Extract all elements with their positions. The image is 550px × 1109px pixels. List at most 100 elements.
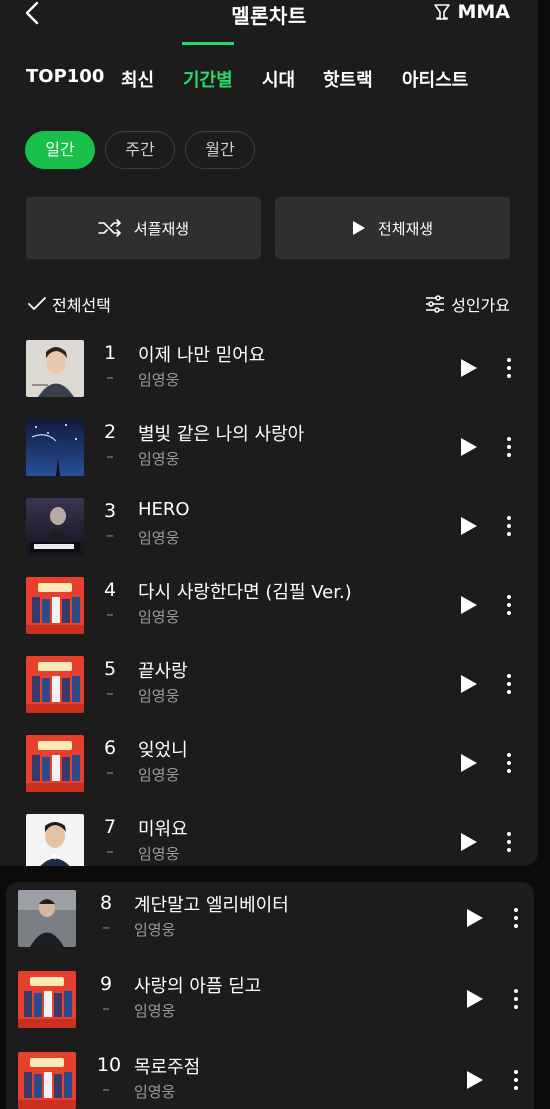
chart-panel: 멜론차트 MMA TOP100 최신 기간별 시대 핫트랙 아티스트 일간 주간…: [0, 0, 538, 866]
rank-change: –: [106, 447, 114, 465]
more-options-icon[interactable]: [506, 357, 512, 379]
tab-hot-track[interactable]: 핫트랙: [323, 66, 373, 92]
tab-artist[interactable]: 아티스트: [402, 66, 468, 92]
play-all-label: 전체재생: [377, 219, 434, 238]
album-cover[interactable]: [26, 498, 84, 555]
trophy-icon: [434, 4, 451, 20]
more-options-icon[interactable]: [506, 515, 512, 537]
adult-song-filter-button[interactable]: 성인가요: [425, 292, 510, 316]
play-icon[interactable]: [460, 674, 478, 694]
song-title[interactable]: 끝사랑: [138, 657, 188, 683]
rank-change: –: [102, 999, 110, 1017]
song-row[interactable]: 10 – 목로주점 임영웅: [6, 1048, 534, 1109]
album-cover[interactable]: [18, 971, 76, 1028]
check-icon: [28, 297, 46, 310]
play-icon[interactable]: [460, 358, 478, 378]
play-icon[interactable]: [466, 989, 484, 1009]
tab-latest[interactable]: 최신: [121, 66, 154, 92]
play-icon[interactable]: [460, 516, 478, 536]
play-all-button[interactable]: 전체재생: [275, 197, 510, 259]
more-options-icon[interactable]: [506, 594, 512, 616]
song-title[interactable]: 목로주점: [134, 1053, 200, 1079]
play-icon[interactable]: [466, 1070, 484, 1090]
album-cover[interactable]: [26, 340, 84, 397]
more-options-icon[interactable]: [506, 752, 512, 774]
rank-change: –: [102, 918, 110, 936]
select-all-label: 전체선택: [52, 296, 111, 315]
more-options-icon[interactable]: [513, 907, 519, 929]
song-artist[interactable]: 임영웅: [138, 843, 179, 864]
album-cover[interactable]: [26, 735, 84, 792]
more-options-icon[interactable]: [506, 436, 512, 458]
song-artist[interactable]: 임영웅: [138, 764, 179, 785]
album-cover[interactable]: [18, 890, 76, 947]
song-row[interactable]: 8 – 계단말고 엘리베이터 임영웅: [6, 886, 534, 952]
mma-button[interactable]: MMA: [433, 1, 510, 23]
song-rank: 3: [103, 500, 117, 522]
song-row[interactable]: 2 – 별빛 같은 나의 사랑아 임영웅: [0, 415, 538, 481]
tab-period[interactable]: 기간별: [183, 66, 233, 92]
shuffle-play-button[interactable]: 셔플재생: [26, 197, 261, 259]
play-icon[interactable]: [460, 753, 478, 773]
album-cover[interactable]: [26, 419, 84, 476]
period-daily-button[interactable]: 일간: [25, 131, 95, 169]
play-icon[interactable]: [460, 437, 478, 457]
active-tab-indicator: [182, 42, 234, 45]
song-title[interactable]: 다시 사랑한다면 (김필 Ver.): [138, 578, 352, 604]
song-title[interactable]: HERO: [138, 499, 190, 520]
rank-change: –: [106, 526, 114, 544]
song-title[interactable]: 계단말고 엘리베이터: [134, 891, 289, 917]
song-artist[interactable]: 임영웅: [134, 919, 175, 940]
mma-label: MMA: [457, 1, 510, 23]
album-cover[interactable]: [18, 1052, 76, 1109]
song-rank: 5: [103, 658, 117, 680]
song-artist[interactable]: 임영웅: [138, 606, 179, 627]
shuffle-play-label: 셔플재생: [133, 219, 190, 238]
more-options-icon[interactable]: [506, 673, 512, 695]
album-cover[interactable]: [26, 656, 84, 713]
song-row[interactable]: 7 – 미워요 임영웅: [0, 810, 538, 866]
period-monthly-button[interactable]: 월간: [185, 131, 255, 169]
song-title[interactable]: 이제 나만 믿어요: [138, 341, 265, 367]
song-row[interactable]: 1 – 이제 나만 믿어요 임영웅: [0, 336, 538, 402]
play-icon[interactable]: [460, 832, 478, 852]
song-rank: 9: [99, 973, 113, 995]
song-artist[interactable]: 임영웅: [134, 1000, 175, 1021]
song-rank: 2: [103, 421, 117, 443]
rank-change: –: [106, 684, 114, 702]
filter-sliders-icon: [426, 295, 445, 313]
period-weekly-button[interactable]: 주간: [105, 131, 175, 169]
play-icon[interactable]: [460, 595, 478, 615]
tab-top100[interactable]: TOP100: [26, 66, 104, 87]
song-row[interactable]: 5 – 끝사랑 임영웅: [0, 652, 538, 718]
song-artist[interactable]: 임영웅: [138, 685, 179, 706]
album-cover[interactable]: [26, 814, 84, 866]
song-title[interactable]: 사랑의 아픔 딛고: [134, 972, 261, 998]
rank-change: –: [102, 1080, 110, 1098]
more-options-icon[interactable]: [506, 831, 512, 853]
song-artist[interactable]: 임영웅: [134, 1081, 175, 1102]
song-rank: 7: [103, 816, 117, 838]
more-options-icon[interactable]: [513, 1069, 519, 1091]
song-row[interactable]: 3 – HERO 임영웅: [0, 494, 538, 560]
play-icon[interactable]: [466, 908, 484, 928]
rank-change: –: [106, 605, 114, 623]
song-artist[interactable]: 임영웅: [138, 448, 179, 469]
tab-era[interactable]: 시대: [262, 66, 295, 92]
song-row[interactable]: 4 – 다시 사랑한다면 (김필 Ver.) 임영웅: [0, 573, 538, 639]
song-rank: 10: [96, 1054, 122, 1076]
select-all-toggle[interactable]: 전체선택: [28, 292, 111, 316]
more-options-icon[interactable]: [513, 988, 519, 1010]
song-row[interactable]: 9 – 사랑의 아픔 딛고 임영웅: [6, 967, 534, 1033]
song-rank: 6: [103, 737, 117, 759]
rank-change: –: [106, 842, 114, 860]
song-row[interactable]: 6 – 잊었니 임영웅: [0, 731, 538, 797]
album-cover[interactable]: [26, 577, 84, 634]
song-rank: 8: [99, 892, 113, 914]
song-artist[interactable]: 임영웅: [138, 369, 179, 390]
song-title[interactable]: 잊었니: [138, 736, 188, 762]
song-title[interactable]: 미워요: [138, 815, 188, 841]
song-rank: 1: [103, 342, 117, 364]
song-title[interactable]: 별빛 같은 나의 사랑아: [138, 420, 304, 446]
song-artist[interactable]: 임영웅: [138, 527, 179, 548]
